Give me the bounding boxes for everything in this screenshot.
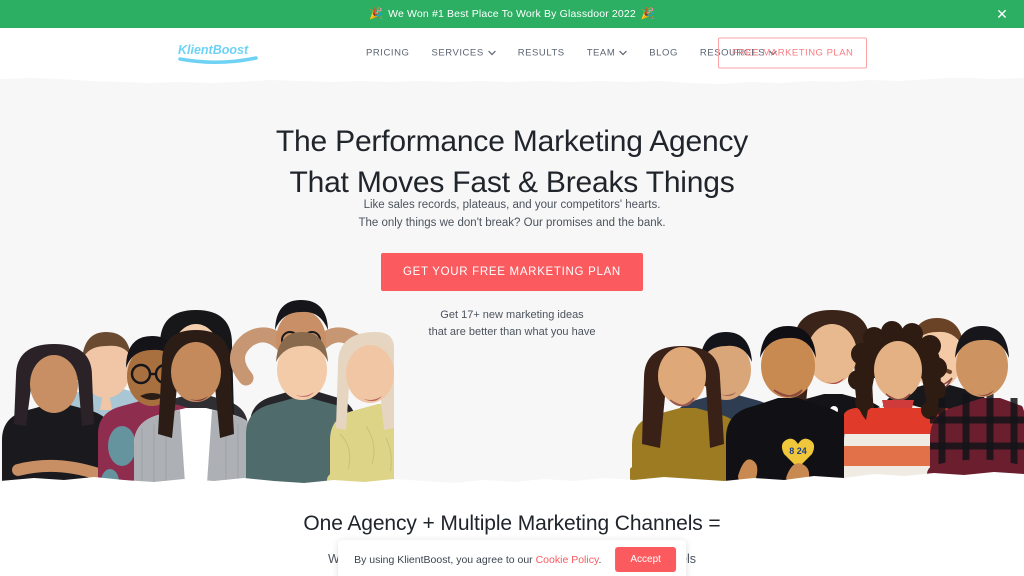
announcement-label: We Won #1 Best Place To Work By Glassdoo… — [388, 8, 636, 20]
nav-label: PRICING — [366, 47, 410, 59]
hero-subtitle-line-2: The only things we don't break? Our prom… — [358, 217, 666, 230]
nav-item-services[interactable]: SERVICES — [420, 48, 506, 59]
nav-item-results[interactable]: RESULTS — [507, 48, 576, 59]
site-header: KlientBoost PRICING SERVICES RESULTS TEA… — [0, 28, 1024, 78]
nav-label: BLOG — [649, 47, 678, 59]
accept-cookies-button[interactable]: Accept — [615, 547, 676, 572]
nav-item-pricing[interactable]: PRICING — [355, 48, 420, 59]
hero-subtitle: Like sales records, plateaus, and your c… — [0, 196, 1024, 233]
hero-cta-block: GET YOUR FREE MARKETING PLAN Get 17+ new… — [0, 253, 1024, 341]
cookie-message-period: . — [598, 553, 602, 566]
chevron-down-icon — [487, 50, 496, 56]
page-title: The Performance Marketing Agency That Mo… — [0, 122, 1024, 203]
close-icon[interactable]: ✕ — [994, 6, 1010, 22]
nav-label: TEAM — [586, 47, 616, 59]
nav-label: SERVICES — [431, 47, 484, 59]
nav-label: RESULTS — [517, 47, 565, 59]
hero-title-line-1: The Performance Marketing Agency — [275, 125, 749, 158]
announcement-bar: 🎉 We Won #1 Best Place To Work By Glassd… — [0, 0, 1024, 28]
klientboost-logo[interactable]: KlientBoost — [176, 39, 260, 67]
cookie-policy-link[interactable]: Cookie Policy — [536, 554, 599, 566]
cookie-consent-banner: By using KlientBoost, you agree to our C… — [338, 540, 686, 576]
cookie-message: By using KlientBoost, you agree to our C… — [354, 554, 601, 566]
announcement-text: 🎉 We Won #1 Best Place To Work By Glassd… — [369, 8, 654, 20]
section-title: One Agency + Multiple Marketing Channels… — [303, 512, 721, 535]
svg-text:8 24: 8 24 — [789, 446, 807, 456]
cookie-message-text: By using KlientBoost, you agree to our — [354, 553, 536, 566]
free-marketing-plan-button[interactable]: FREE MARKETING PLAN — [718, 37, 868, 69]
svg-text:KlientBoost: KlientBoost — [178, 43, 249, 57]
hero-section: The Performance Marketing Agency That Mo… — [0, 78, 1024, 498]
party-popper-icon: 🎉 — [640, 7, 655, 20]
hero-subtitle-line-1: Like sales records, plateaus, and your c… — [363, 199, 661, 211]
logo-mark: KlientBoost — [178, 43, 258, 65]
hero-cta-note-line-1: Get 17+ new marketing ideas — [440, 309, 584, 321]
nav-item-team[interactable]: TEAM — [576, 48, 639, 59]
get-free-marketing-plan-button[interactable]: GET YOUR FREE MARKETING PLAN — [381, 253, 643, 291]
hero-cta-note-line-2: that are better than what you have — [428, 326, 596, 339]
hero-cta-note: Get 17+ new marketing ideas that are bet… — [0, 307, 1024, 341]
nav-item-blog[interactable]: BLOG — [638, 48, 689, 59]
party-popper-icon: 🎉 — [369, 7, 384, 20]
chevron-down-icon — [619, 50, 628, 56]
